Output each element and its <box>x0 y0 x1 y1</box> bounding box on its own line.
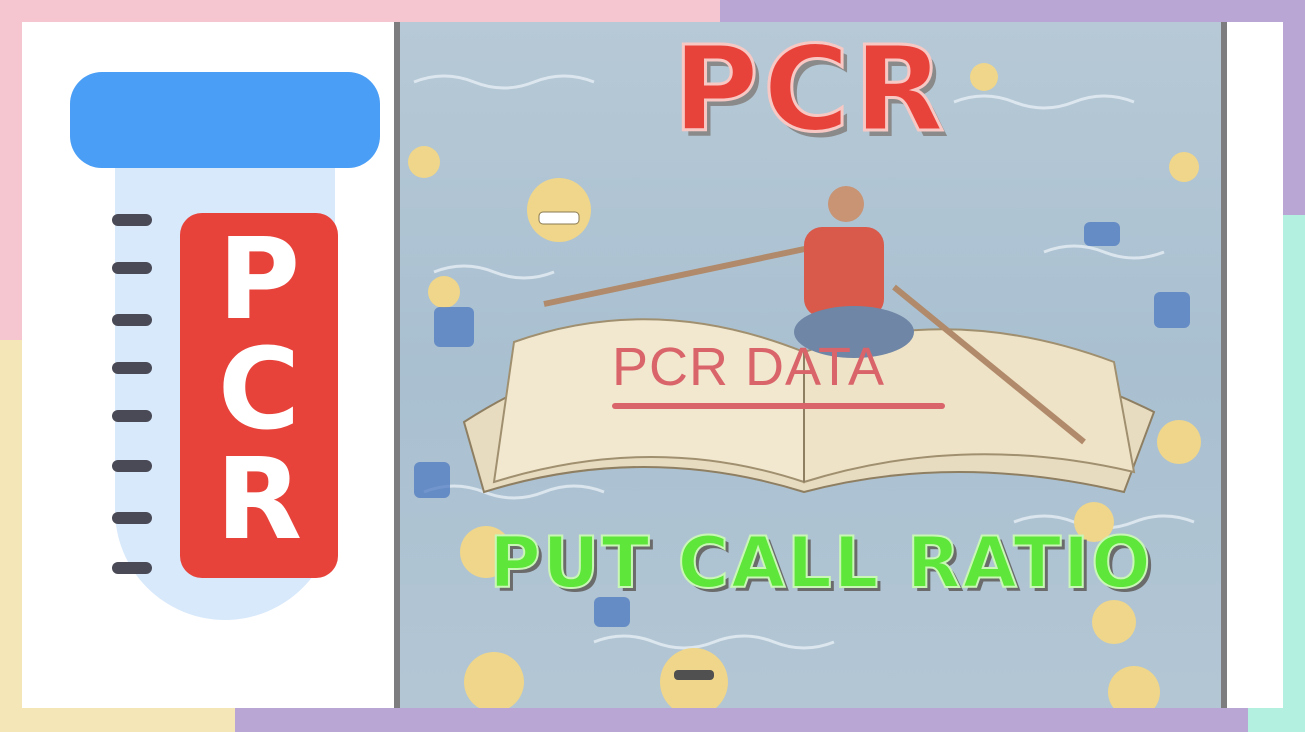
subheadline-title: PUT CALL RATIO <box>488 522 1153 604</box>
logo-letter-r: R <box>216 435 302 565</box>
headline-title: PCR <box>671 20 949 158</box>
frame-purple-bottom <box>235 708 1248 732</box>
sign-underline <box>612 403 945 409</box>
test-tube-icon: P C R <box>70 70 382 640</box>
pcr-data-sign: PCR DATA <box>612 337 886 397</box>
tube-cap <box>70 72 380 168</box>
